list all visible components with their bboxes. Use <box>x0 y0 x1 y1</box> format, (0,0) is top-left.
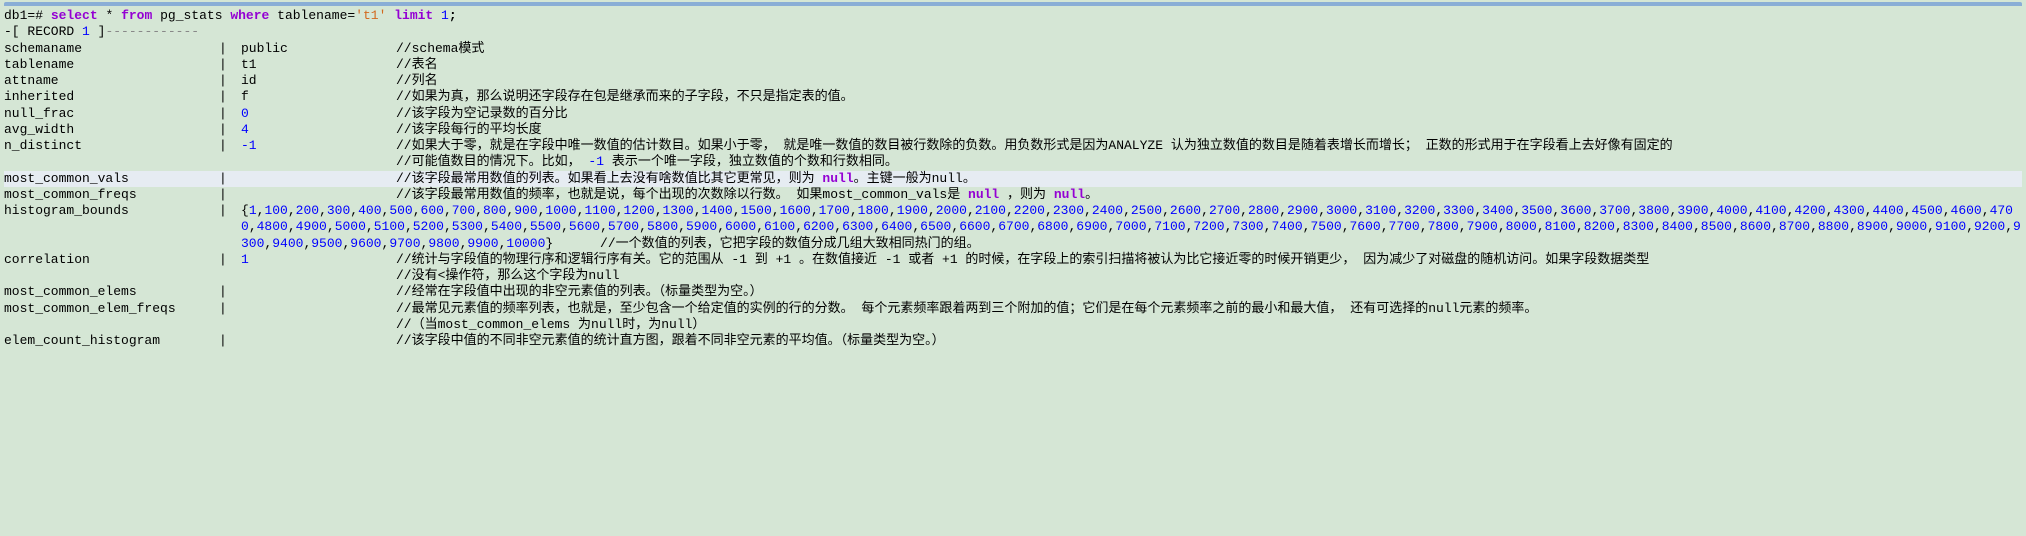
field-name: elem_count_histogram <box>4 333 219 349</box>
table-row-continuation: //没有<操作符，那么这个字段为null <box>4 268 2022 284</box>
table-row: avg_width| 4//该字段每行的平均长度 <box>4 122 2022 138</box>
field-name: histogram_bounds <box>4 203 219 219</box>
table-row: n_distinct| -1//如果大于零，就是在字段中唯一数值的估计数目。如果… <box>4 138 2022 154</box>
column-separator: | <box>219 333 241 349</box>
field-name: null_frac <box>4 106 219 122</box>
cond-col: tablename <box>277 8 347 24</box>
field-comment: //统计与字段值的物理行序和逻辑行序有关。它的范围从 -1 到 +1 。在数值接… <box>396 252 2022 268</box>
table-row: histogram_bounds| {1,100,200,300,400,500… <box>4 203 2022 252</box>
cond-val: 't1' <box>355 8 386 24</box>
star: * <box>105 8 113 24</box>
column-separator: | <box>219 73 241 89</box>
table-row: tablename| t1//表名 <box>4 57 2022 73</box>
field-value: id <box>241 73 396 89</box>
kw-from: from <box>121 8 152 24</box>
field-comment: //schema模式 <box>396 41 2022 57</box>
rec-dashes: ------------ <box>105 24 199 40</box>
field-comment: //最常见元素值的频率列表，也就是，至少包含一个给定值的实例的行的分数。 每个元… <box>396 301 2022 317</box>
rec-num: 1 <box>82 24 90 40</box>
table-row: schemaname| public//schema模式 <box>4 41 2022 57</box>
field-comment: //表名 <box>396 57 2022 73</box>
field-comment: //该字段最常用数值的列表。如果看上去没有啥数值比其它更常见，则为 null。主… <box>396 171 2022 187</box>
table-row: most_common_vals| //该字段最常用数值的列表。如果看上去没有啥… <box>4 171 2022 187</box>
field-comment: //该字段中值的不同非空元素值的统计直方图，跟着不同非空元素的平均值。（标量类型… <box>396 333 2022 349</box>
rows-container: schemaname| public//schema模式tablename| t… <box>4 41 2022 350</box>
column-separator: | <box>219 203 241 219</box>
field-name: avg_width <box>4 122 219 138</box>
record-header: -[ RECORD 1 ] ------------ <box>4 24 2022 40</box>
table-row: most_common_freqs| //该字段最常用数值的频率，也就是说，每个… <box>4 187 2022 203</box>
column-separator: | <box>219 252 241 268</box>
sql-input-line: db1=# select * from pg_stats where table… <box>4 8 2022 24</box>
eq: = <box>347 8 355 24</box>
column-separator: | <box>219 57 241 73</box>
field-name: schemaname <box>4 41 219 57</box>
field-comment: //如果大于零，就是在字段中唯一数值的估计数目。如果小于零， 就是唯一数值的数目… <box>396 138 2022 154</box>
kw-select: select <box>51 8 98 24</box>
histogram-values: {1,100,200,300,400,500,600,700,800,900,1… <box>241 203 2022 252</box>
field-name: inherited <box>4 89 219 105</box>
column-separator: | <box>219 138 241 154</box>
field-comment: //如果为真，那么说明还字段存在包是继承而来的子字段，不只是指定表的值。 <box>396 89 2022 105</box>
table-row: elem_count_histogram| //该字段中值的不同非空元素值的统计… <box>4 333 2022 349</box>
field-value: -1 <box>241 138 396 154</box>
column-separator: | <box>219 41 241 57</box>
field-comment: //该字段每行的平均长度 <box>396 122 2022 138</box>
limit-n: 1 <box>441 8 449 24</box>
field-name: most_common_elems <box>4 284 219 300</box>
field-name: n_distinct <box>4 138 219 154</box>
column-separator: | <box>219 89 241 105</box>
table-row-continuation: //（当most_common_elems 为null时，为null） <box>4 317 2022 333</box>
field-name: tablename <box>4 57 219 73</box>
field-name: correlation <box>4 252 219 268</box>
kw-limit: limit <box>394 8 433 24</box>
table-row: inherited| f//如果为真，那么说明还字段存在包是继承而来的子字段，不… <box>4 89 2022 105</box>
field-value: 1 <box>241 252 396 268</box>
field-name: most_common_freqs <box>4 187 219 203</box>
table-row: null_frac| 0//该字段为空记录数的百分比 <box>4 106 2022 122</box>
rec-suffix: ] <box>90 24 106 40</box>
kw-where: where <box>230 8 269 24</box>
column-separator: | <box>219 187 241 203</box>
field-name: attname <box>4 73 219 89</box>
field-value: 4 <box>241 122 396 138</box>
field-comment: //列名 <box>396 73 2022 89</box>
column-separator: | <box>219 106 241 122</box>
field-comment: //经常在字段值中出现的非空元素值的列表。（标量类型为空。） <box>396 284 2022 300</box>
column-separator: | <box>219 122 241 138</box>
field-comment: //该字段最常用数值的频率，也就是说，每个出现的次数除以行数。 如果most_c… <box>396 187 2022 203</box>
terminal-output: db1=# select * from pg_stats where table… <box>0 0 2026 355</box>
field-value: {1,100,200,300,400,500,600,700,800,900,1… <box>241 203 2022 252</box>
semicolon: ; <box>449 8 457 24</box>
column-separator: | <box>219 171 241 187</box>
column-separator: | <box>219 301 241 317</box>
field-comment: //该字段为空记录数的百分比 <box>396 106 2022 122</box>
field-name: most_common_vals <box>4 171 219 187</box>
table-row: most_common_elem_freqs| //最常见元素值的频率列表，也就… <box>4 301 2022 317</box>
table-row: attname| id//列名 <box>4 73 2022 89</box>
field-name: most_common_elem_freqs <box>4 301 219 317</box>
table-row: most_common_elems| //经常在字段值中出现的非空元素值的列表。… <box>4 284 2022 300</box>
field-value: t1 <box>241 57 396 73</box>
table-row: correlation| 1//统计与字段值的物理行序和逻辑行序有关。它的范围从… <box>4 252 2022 268</box>
rec-prefix: -[ RECORD <box>4 24 82 40</box>
field-value: 0 <box>241 106 396 122</box>
field-value: public <box>241 41 396 57</box>
window-titlebar <box>4 2 2022 6</box>
prompt: db1=# <box>4 8 51 24</box>
column-separator: | <box>219 284 241 300</box>
src-table: pg_stats <box>160 8 222 24</box>
table-row-continuation: //可能值数目的情况下。比如， -1 表示一个唯一字段，独立数值的个数和行数相同… <box>4 154 2022 170</box>
field-value: f <box>241 89 396 105</box>
